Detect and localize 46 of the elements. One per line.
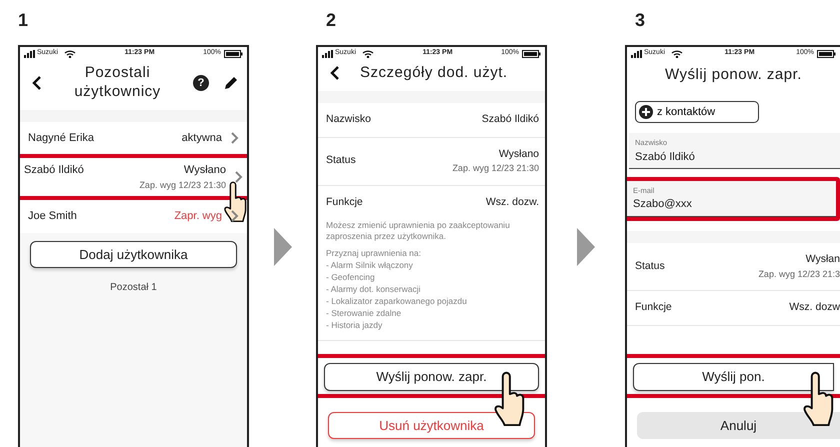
field-value: Szabo@xxx <box>633 197 693 212</box>
user-status: Zapr. wyg <box>174 209 222 224</box>
user-row[interactable]: Joe Smith Zapr. wyg <box>20 200 247 232</box>
action-button[interactable]: Wyślij ponow. zapr. <box>324 363 539 390</box>
user-row[interactable]: Szabó Ildikó Wysłano Zap. wyg 12/23 21:30 <box>20 158 247 196</box>
action-button[interactable]: Wyślij pon. <box>633 363 834 390</box>
field-value: Wysłan <box>804 252 840 267</box>
step-number: 1 <box>18 9 28 32</box>
action-button[interactable]: Anuluj <box>637 412 840 439</box>
permission-item: - Sterowanie zdalne <box>326 308 402 320</box>
permission-item: - Historia jazdy <box>326 320 384 332</box>
field-label: Funkcje <box>326 194 364 210</box>
field-label: Status <box>635 258 666 274</box>
permission-item: - Alarm Silnik włączony <box>326 260 414 272</box>
contacts-button[interactable]: z kontaktów <box>635 100 759 124</box>
permission-item: - Geofencing <box>326 272 376 284</box>
user-name: Joe Smith <box>28 209 78 224</box>
user-name: Szabó Ildikó <box>24 163 85 178</box>
step-number: 2 <box>325 9 336 32</box>
user-status: aktywna <box>182 130 222 146</box>
permissions-heading: Przyznaj uprawnienia na: <box>326 248 422 260</box>
invite-time: Zap. wyg 12/23 21:30 <box>452 162 539 176</box>
field-value: Szabó Ildikó <box>635 150 696 164</box>
info-text: Możesz zmienić uprawnienia po zaakceptowaniu zaproszenia przez użytkownika. <box>326 220 511 244</box>
action-button[interactable]: Usuń użytkownika <box>328 412 535 439</box>
screen-title: Pozostali użytkownicy <box>73 64 162 102</box>
user-status: Wysłano <box>182 163 226 178</box>
user-row[interactable]: Nagyné Erika aktywna <box>20 122 247 154</box>
field-label: Status <box>326 153 357 168</box>
screen-title: Szczegóły dod. użyt. <box>360 64 508 83</box>
field-label: Funkcje <box>635 300 673 315</box>
invite-time: Zap. wyg 12/23 21:3 <box>758 268 840 281</box>
field-value: Wysłano <box>498 146 539 162</box>
field-value: Szabó Ildikó <box>482 112 539 127</box>
user-name: Nagyné Erika <box>28 130 96 146</box>
step-number: 3 <box>634 9 646 32</box>
field-value: Wsz. dozw <box>789 300 840 315</box>
invite-time: Zap. wyg 12/23 21:30 <box>139 178 226 192</box>
permission-item: - Alarmy dot. konserwacji <box>326 284 422 296</box>
field-value: Wsz. dozw. <box>486 194 539 210</box>
field-label: Nazwisko <box>326 112 372 127</box>
help-button[interactable]: ? <box>193 74 209 91</box>
remaining-count: Pozostał 1 <box>109 281 158 295</box>
action-button[interactable]: Dodaj użytkownika <box>30 240 237 268</box>
permission-item: - Lokalizator zaparkowanego pojazdu <box>326 296 468 308</box>
screen-title: Wyślij ponow. zapr. <box>664 66 803 85</box>
